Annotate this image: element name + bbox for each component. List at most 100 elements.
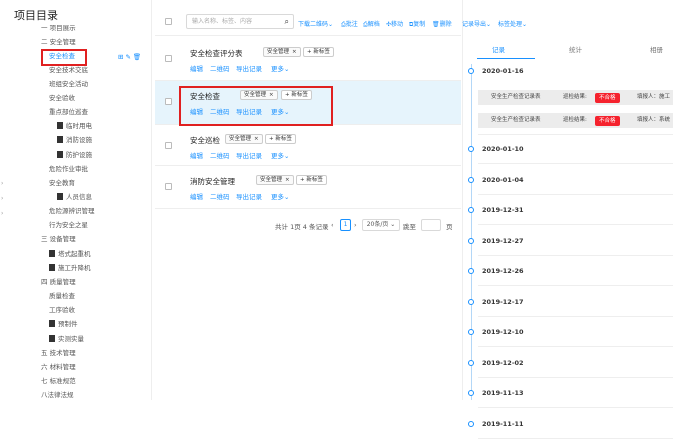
tab-album[interactable]: 相册 — [650, 44, 663, 54]
record-item[interactable]: 安全生产检查记录表 巡检结果: 不合格 填报人：施工 — [478, 90, 673, 105]
table-row[interactable]: 消防安全管理 安全管理 × + 新标签编辑 二维码 导出记录 更多⌄ — [155, 166, 461, 209]
sidebar-item[interactable]: 重点部位巡查 — [49, 108, 88, 117]
download-qrcode-button[interactable]: 下载二维码⌄ — [298, 19, 333, 28]
sidebar-item[interactable]: 防护设施 — [57, 151, 92, 160]
edit-link[interactable]: 编辑 — [190, 150, 203, 160]
pager-goto-input[interactable] — [421, 219, 441, 231]
sidebar-item[interactable]: 危险作业审批 — [49, 165, 88, 174]
sidebar-item[interactable]: 工序验收 — [49, 306, 75, 315]
sidebar-item[interactable]: 消防设施 — [57, 136, 92, 145]
sidebar-item[interactable]: 行为安全之星 — [49, 221, 88, 230]
row-title[interactable]: 消防安全管理 — [190, 176, 235, 187]
add-tag-button[interactable]: + 新标签 — [303, 47, 334, 57]
row-checkbox[interactable] — [165, 98, 172, 105]
sidebar-item[interactable]: 安全验收 — [49, 94, 75, 103]
edit-link[interactable]: 编辑 — [190, 63, 203, 73]
pager-prev[interactable]: ‹ — [331, 221, 334, 229]
sidebar-item[interactable]: 施工升降机 — [49, 264, 91, 273]
sidebar-item-label: 三 设备管理 — [41, 235, 76, 243]
qrcode-link[interactable]: 二维码 — [210, 150, 230, 160]
table-row[interactable]: 安全巡检 安全管理 × + 新标签编辑 二维码 导出记录 更多⌄ — [155, 125, 461, 166]
export-record-link[interactable]: 导出记录 — [236, 191, 262, 201]
export-records-button[interactable]: 记录导出⌄ — [462, 19, 491, 28]
timeline-date: 2019-12-26 — [482, 267, 524, 275]
sidebar-item[interactable]: 临时用电 — [57, 122, 92, 131]
more-menu-link[interactable]: 更多⌄ — [271, 191, 289, 201]
sidebar-item[interactable]: 五 技术管理 — [41, 349, 76, 358]
record-name: 安全生产检查记录表 — [491, 94, 541, 100]
more-menu-link[interactable]: 更多⌄ — [271, 63, 289, 73]
export-record-link[interactable]: 导出记录 — [236, 63, 262, 73]
search-icon[interactable]: ⌕ — [285, 15, 289, 28]
sidebar-item[interactable]: 八法律法规 — [41, 391, 74, 400]
sidebar-item[interactable]: 七 标准规范 — [41, 377, 76, 386]
timeline-dot — [468, 329, 474, 335]
sidebar-item[interactable]: 预制件 — [49, 320, 78, 329]
sidebar-item-label: 安全教育 — [49, 179, 75, 187]
pager-size-select[interactable]: 20条/页 ⌄ — [362, 219, 400, 231]
tag-badge[interactable]: 安全管理 × — [263, 47, 301, 57]
timeline-dot — [468, 359, 474, 366]
sidebar-item[interactable]: 塔式起重机 — [49, 250, 91, 259]
timeline-dot — [468, 176, 474, 183]
move-button[interactable]: ✣移动 — [386, 19, 403, 28]
sidebar-item[interactable]: 四 质量管理 — [41, 278, 76, 287]
search-input[interactable]: 输入名称、标签、内容 ⌕ — [186, 14, 294, 29]
row-checkbox[interactable] — [165, 142, 172, 149]
sidebar-item[interactable]: 安全技术交底 — [49, 66, 88, 75]
result-label: 巡检结果: — [563, 94, 587, 100]
sidebar-item[interactable]: 六 材料管理 — [41, 363, 76, 372]
select-all-checkbox[interactable] — [165, 18, 172, 25]
row-checkbox[interactable] — [165, 55, 172, 62]
export-record-link[interactable]: 导出记录 — [236, 150, 262, 160]
pager-next[interactable]: › — [354, 221, 357, 229]
tag-close-icon[interactable]: × — [254, 136, 259, 142]
sidebar-item[interactable]: 安全教育 — [49, 179, 75, 188]
sidebar-item[interactable]: 二 安全管理 — [41, 38, 76, 47]
sidebar-item[interactable]: 一 项目展示 — [41, 24, 76, 33]
row-checkbox[interactable] — [165, 183, 172, 190]
row-title[interactable]: 安全巡检 — [190, 135, 220, 146]
tag-badge[interactable]: 安全管理 × — [225, 134, 263, 144]
sidebar-item-label: 安全技术交底 — [49, 66, 88, 74]
row-title[interactable]: 安全检查评分表 — [190, 48, 243, 59]
annotate-button[interactable]: ⎙批注 — [341, 19, 358, 29]
sidebar-item-label: 消防设施 — [66, 136, 92, 144]
sidebar-item-tools[interactable]: ⊞✎🗑 — [118, 53, 143, 61]
more-menu-link[interactable]: 更多⌄ — [271, 150, 289, 160]
sidebar-item-label: 七 标准规范 — [41, 377, 76, 385]
folder-icon — [57, 151, 63, 158]
sidebar-item[interactable]: 人员信息 — [57, 193, 92, 202]
table-row[interactable]: 安全检查评分表 安全管理 × + 新标签 编辑 二维码 导出记录 更多⌄ — [155, 38, 461, 81]
sidebar-item[interactable]: 危险源辨识管理 — [49, 207, 95, 216]
record-item[interactable]: 安全生产检查记录表 巡检结果: 不合格 填报人：系统 — [478, 113, 673, 128]
sidebar-item[interactable]: 三 设备管理 — [41, 235, 76, 244]
add-tag-button[interactable]: + 新标签 — [265, 134, 296, 144]
tag-close-icon[interactable]: × — [292, 49, 297, 55]
sidebar-item-label: 危险源辨识管理 — [49, 207, 95, 215]
qrcode-link[interactable]: 二维码 — [210, 63, 230, 73]
sidebar-title: 项目目录 — [14, 9, 58, 22]
tag-label: 安全管理 — [267, 49, 290, 55]
tag-handle-button[interactable]: 标签处理⌄ — [498, 19, 527, 28]
sidebar-item[interactable]: 实测实量 — [49, 335, 84, 344]
copy-button[interactable]: ⧉复制 — [409, 19, 425, 29]
edit-link[interactable]: 编辑 — [190, 191, 203, 201]
tag-close-icon[interactable]: × — [285, 177, 290, 183]
tab-records[interactable]: 记录 — [492, 44, 505, 54]
active-tab-underline — [477, 58, 535, 59]
sidebar-item-label: 施工升降机 — [58, 264, 91, 272]
sidebar-item[interactable]: 质量检查 — [49, 292, 75, 301]
delete-button[interactable]: 🗑删除 — [432, 19, 452, 28]
sidebar-item[interactable]: 班组安全活动 — [49, 80, 88, 89]
timeline-dot — [468, 237, 474, 244]
tag-badge[interactable]: 安全管理 × — [256, 175, 294, 185]
pager-page[interactable]: 1 — [340, 219, 351, 231]
unarchive-button[interactable]: ⎙解档 — [363, 19, 380, 29]
add-tag-button[interactable]: + 新标签 — [296, 175, 327, 185]
timeline-date: 2019-12-31 — [482, 206, 524, 214]
timeline-date: 2019-11-11 — [482, 419, 524, 428]
result-badge: 不合格 — [595, 92, 620, 103]
tab-stats[interactable]: 统计 — [569, 44, 582, 54]
qrcode-link[interactable]: 二维码 — [210, 191, 230, 201]
